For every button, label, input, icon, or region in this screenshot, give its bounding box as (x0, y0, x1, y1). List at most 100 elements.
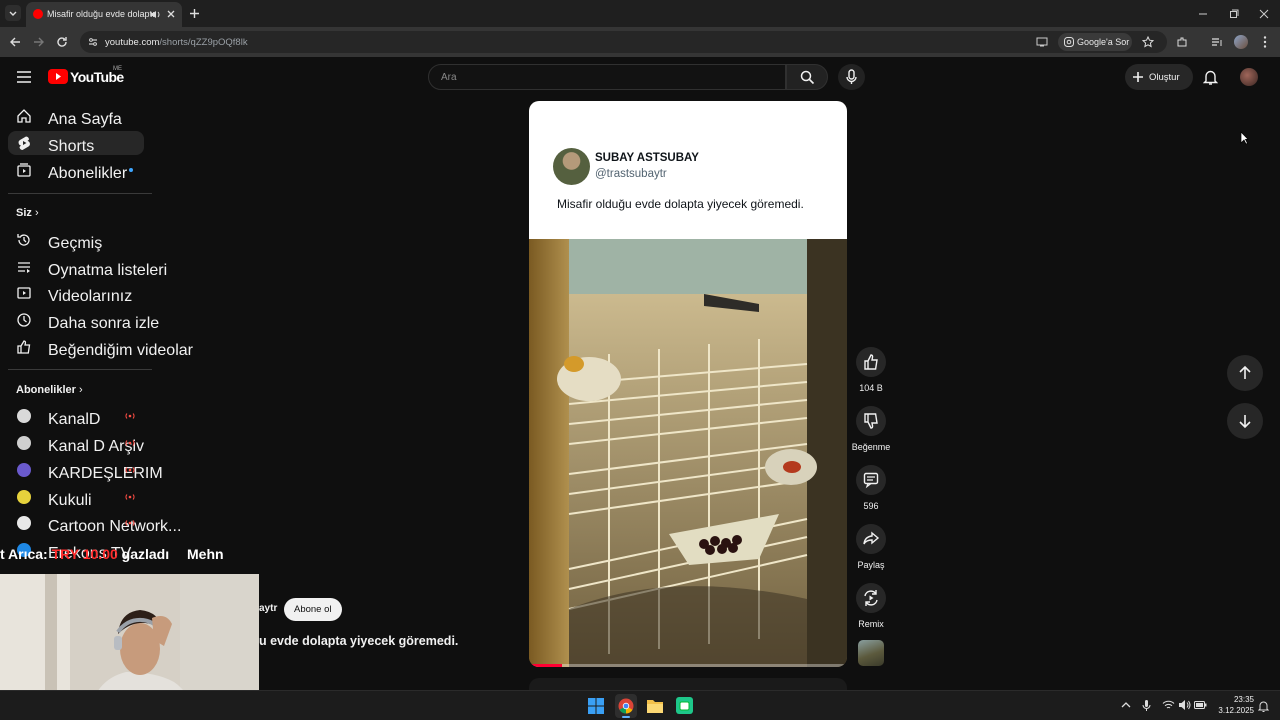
wifi-icon[interactable] (1162, 700, 1175, 710)
channel-handle-partial[interactable]: aytr (259, 603, 277, 614)
sidebar-item-playlists[interactable]: Oynatma listeleri (8, 255, 167, 279)
sound-thumbnail[interactable] (858, 640, 884, 666)
dislike-button[interactable]: Beğenme (851, 406, 891, 452)
live-indicator-icon (125, 494, 135, 500)
previous-short-button[interactable] (1227, 355, 1263, 391)
sidebar-item-watch-later[interactable]: Daha sonra izle (8, 308, 159, 332)
battery-icon[interactable] (1194, 700, 1207, 710)
dislike-circle (856, 406, 886, 436)
profile-avatar[interactable] (1234, 35, 1248, 49)
voice-search-button[interactable] (838, 64, 865, 90)
audio-playing-icon[interactable] (150, 9, 161, 20)
search-placeholder: Ara (441, 72, 457, 83)
next-short-button[interactable] (1227, 403, 1263, 439)
video-title-partial: u evde dolapta yiyecek göremedi. (259, 634, 459, 648)
share-arrow-icon (863, 531, 880, 545)
watch-later-icon (17, 313, 31, 327)
windows-start-icon[interactable] (588, 698, 604, 714)
thumbs-down-icon (864, 413, 878, 429)
like-count: 104 B (859, 383, 883, 393)
video-progress-track[interactable] (531, 664, 845, 667)
sidebar-channel-kanald[interactable]: KanalD (8, 404, 144, 428)
minimize-icon[interactable] (1198, 9, 1208, 19)
share-button[interactable]: Paylaş (851, 524, 891, 570)
notification-center-icon[interactable] (1258, 700, 1269, 712)
create-button[interactable]: Oluştur (1125, 64, 1193, 90)
taskbar-chrome-button[interactable] (615, 694, 637, 718)
notifications-bell-icon[interactable] (1203, 69, 1218, 85)
close-window-icon[interactable] (1259, 9, 1269, 19)
sidebar-item-liked-videos[interactable]: Beğendiğim videolar (8, 335, 193, 359)
live-indicator-icon (125, 413, 135, 419)
channel-avatar (17, 516, 31, 530)
new-tab-icon[interactable] (189, 8, 200, 19)
sidebar-channel-kanal-d-arsiv[interactable]: Kanal D Arşiv (8, 431, 144, 455)
sidebar-item-subscriptions[interactable]: Abonelikler (8, 158, 144, 182)
next-short-preview[interactable] (529, 678, 847, 690)
like-button[interactable]: 104 B (851, 347, 891, 393)
microphone-tray-icon[interactable] (1142, 699, 1151, 712)
reload-icon[interactable] (56, 36, 68, 48)
back-arrow-icon[interactable] (9, 36, 21, 48)
remix-button[interactable]: Remix (851, 583, 891, 629)
comments-button[interactable]: 596 (851, 465, 891, 511)
sidebar-item-history[interactable]: Geçmiş (8, 228, 144, 252)
hamburger-menu-icon[interactable] (16, 70, 32, 84)
google-lens-chip[interactable]: Google'a Sor (1058, 33, 1132, 51)
whatsapp-store-icon[interactable] (676, 697, 693, 714)
remix-icon (864, 590, 878, 606)
kebab-menu-icon[interactable] (1262, 35, 1268, 49)
browser-tab[interactable]: Misafir olduğu evde dolaptı (26, 2, 182, 27)
microphone-icon (846, 69, 857, 84)
video-progress-fill (531, 664, 563, 667)
close-tab-icon[interactable] (166, 9, 176, 19)
channel-name: Cartoon Network... (48, 518, 182, 535)
shorts-video-player[interactable]: SUBAY ASTSUBAY @trastsubaytr Misafir old… (529, 101, 847, 667)
sidebar-item-label: Daha sonra izle (48, 315, 160, 332)
account-avatar[interactable] (1240, 68, 1258, 86)
sidebar-item-shorts[interactable]: Shorts (8, 131, 144, 155)
playlists-icon (18, 262, 30, 273)
media-controls-icon[interactable] (1211, 36, 1223, 48)
sidebar-item-label: Beğendiğim videolar (48, 342, 193, 359)
subscribe-button[interactable]: Abone ol (284, 598, 342, 621)
subscriptions-section-header[interactable]: Abonelikler › (16, 384, 83, 396)
divider (8, 193, 152, 194)
search-icon (800, 70, 815, 85)
ticker-action: gazladı (121, 546, 170, 562)
sidebar-item-your-videos[interactable]: Videolarınız (8, 281, 144, 305)
restore-icon[interactable] (1229, 9, 1239, 19)
new-content-dot (129, 168, 133, 172)
liked-videos-icon (17, 340, 31, 354)
share-circle (856, 524, 886, 554)
forward-arrow-icon[interactable] (33, 36, 45, 48)
channel-name: KARDEŞLERIM (48, 465, 163, 482)
arrow-up-icon (1239, 365, 1251, 379)
comments-circle (856, 465, 886, 495)
thumbs-up-icon (864, 354, 878, 370)
volume-icon[interactable] (1178, 699, 1191, 711)
sidebar-channel-kukuli[interactable]: Kukuli (8, 485, 144, 509)
sidebar-channel-kardeslerim[interactable]: KARDEŞLERIM (8, 458, 163, 482)
search-button[interactable] (786, 64, 828, 90)
address-bar[interactable]: youtube.com/shorts/qZZ9pOQf8lk Google'a … (80, 31, 1167, 53)
sidebar-item-home[interactable]: Ana Sayfa (8, 104, 144, 128)
channel-avatar (17, 409, 31, 423)
url-text: youtube.com/shorts/qZZ9pOQf8lk (105, 37, 248, 48)
clock-date: 3.12.2025 (1218, 706, 1254, 715)
youtube-logo[interactable]: YouTube ME (48, 66, 128, 86)
mouse-cursor-icon (1240, 131, 1249, 145)
search-input[interactable]: Ara (428, 64, 786, 90)
subscriptions-icon (17, 163, 31, 177)
chevron-up-icon[interactable] (1121, 701, 1131, 709)
file-explorer-icon[interactable] (647, 698, 663, 713)
site-info-icon[interactable] (87, 36, 99, 48)
extensions-icon[interactable] (1176, 36, 1188, 48)
bookmark-star-icon[interactable] (1142, 36, 1154, 48)
taskbar-clock[interactable]: 23:35 3.12.2025 (1212, 694, 1254, 716)
you-section-header[interactable]: Siz › (16, 207, 39, 219)
tab-search-button[interactable] (5, 5, 21, 21)
like-circle (856, 347, 886, 377)
cast-icon[interactable] (1036, 36, 1048, 48)
sidebar-channel-cartoon-network[interactable]: Cartoon Network... (8, 511, 181, 535)
